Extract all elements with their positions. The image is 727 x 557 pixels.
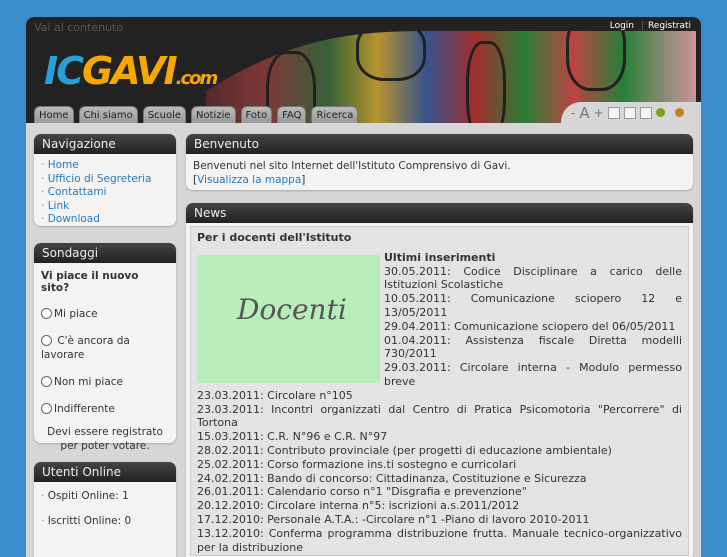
poll-note: Devi essere registrato per poter votare. bbox=[47, 426, 163, 452]
news-item[interactable]: 23.03.2011: Incontri organizzati dal Cen… bbox=[197, 403, 682, 431]
news-item[interactable]: 24.02.2011: Bando di concorso: Cittadina… bbox=[197, 472, 682, 486]
members-online: Iscritti Online: 0 bbox=[41, 515, 169, 527]
radio-button[interactable] bbox=[41, 308, 52, 319]
tab-home[interactable]: Home bbox=[34, 106, 74, 123]
image-lettering: Docenti bbox=[237, 292, 347, 326]
font-decrease-button[interactable]: - bbox=[571, 106, 575, 120]
news-item[interactable]: 01.04.2011: Assistenza fiscale Diretta m… bbox=[384, 334, 682, 362]
poll-option[interactable]: Indifferente bbox=[41, 402, 169, 416]
news-item[interactable]: 26.01.2011: Calendario corso n°1 "Disgra… bbox=[197, 485, 682, 499]
theme-orange-button[interactable] bbox=[674, 108, 684, 117]
online-title: Utenti Online bbox=[34, 462, 176, 482]
news-panel: News Per i docenti dell'Istituto Docenti… bbox=[186, 203, 693, 557]
theme-green-button[interactable] bbox=[655, 108, 665, 117]
display-tools: - A + bbox=[561, 102, 701, 123]
tab-faq[interactable]: FAQ bbox=[277, 106, 307, 123]
poll-title: Sondaggi bbox=[34, 243, 176, 263]
skip-to-content-link[interactable]: Vai al contenuto bbox=[34, 21, 123, 34]
option-label: Mi piace bbox=[54, 308, 98, 320]
poll-option[interactable]: Mi piace bbox=[41, 307, 169, 321]
news-item[interactable]: 29.04.2011: Comunicazione sciopero del 0… bbox=[384, 320, 682, 334]
width-wide-button[interactable] bbox=[639, 106, 652, 119]
nav-download[interactable]: Download bbox=[41, 213, 169, 227]
guests-online: Ospiti Online: 1 bbox=[41, 490, 169, 502]
news-item[interactable]: 30.05.2011: Codice Disciplinare a carico… bbox=[384, 265, 682, 293]
news-item[interactable]: 29.03.2011: Circolare interna - Modulo p… bbox=[384, 361, 682, 389]
navigation-title: Navigazione bbox=[34, 134, 176, 154]
font-reset-button[interactable]: A bbox=[579, 104, 589, 122]
news-item[interactable]: 25.02.2011: Corso formazione ins.ti sost… bbox=[197, 458, 682, 472]
welcome-title: Benvenuto bbox=[186, 134, 693, 154]
tab-foto[interactable]: Foto bbox=[240, 106, 273, 123]
welcome-text: Benvenuti nel sito Internet dell'Istitut… bbox=[193, 160, 511, 172]
news-title: News bbox=[186, 203, 693, 223]
radio-button[interactable] bbox=[41, 376, 52, 387]
width-medium-button[interactable] bbox=[623, 106, 636, 119]
news-item[interactable]: 13.12.2010: Conferma programma distribuz… bbox=[197, 527, 682, 555]
width-narrow-button[interactable] bbox=[607, 106, 620, 119]
tab-chi-siamo[interactable]: Chi siamo bbox=[78, 106, 138, 123]
docenti-image: Docenti bbox=[197, 254, 380, 383]
sitemap-link[interactable]: Visualizza la mappa bbox=[197, 174, 301, 186]
poll-option[interactable]: C'è ancora da lavorare bbox=[41, 334, 169, 362]
login-link[interactable]: Login bbox=[610, 21, 634, 31]
poll-panel: Sondaggi Vi piace il nuovo sito? Mi piac… bbox=[34, 243, 176, 452]
main-nav: Home Chi siamo Scuole Notizie Foto FAQ R… bbox=[34, 106, 359, 123]
news-item[interactable]: 28.02.2011: Contributo provinciale (per … bbox=[197, 444, 682, 458]
news-item[interactable]: 17.12.2010: Personale A.T.A.: -Circolare… bbox=[197, 513, 682, 527]
register-link[interactable]: Registrati bbox=[648, 21, 691, 31]
nav-home[interactable]: Home bbox=[41, 159, 169, 173]
news-item[interactable]: 10.05.2011: Comunicazione sciopero 12 e … bbox=[384, 292, 682, 320]
option-label: Indifferente bbox=[54, 403, 115, 415]
welcome-panel: Benvenuto Benvenuti nel sito Internet de… bbox=[186, 134, 693, 190]
online-users-panel: Utenti Online Ospiti Online: 1 Iscritti … bbox=[34, 462, 176, 557]
tab-notizie[interactable]: Notizie bbox=[191, 106, 236, 123]
tab-ricerca[interactable]: Ricerca bbox=[311, 106, 359, 123]
radio-button[interactable] bbox=[41, 335, 52, 346]
poll-option[interactable]: Non mi piace bbox=[41, 375, 169, 389]
news-heading: Per i docenti dell'Istituto bbox=[197, 231, 352, 244]
navigation-panel: Navigazione Home Ufficio di Segreteria C… bbox=[34, 134, 176, 226]
tab-scuole[interactable]: Scuole bbox=[142, 106, 187, 123]
font-increase-button[interactable]: + bbox=[594, 106, 604, 120]
logo-gavi: GAVI bbox=[82, 49, 178, 93]
nav-segreteria[interactable]: Ufficio di Segreteria bbox=[41, 173, 169, 187]
nav-contattami[interactable]: Contattami bbox=[41, 186, 169, 200]
option-label: Non mi piace bbox=[54, 376, 124, 388]
option-label: C'è ancora da lavorare bbox=[41, 335, 130, 361]
poll-question: Vi piace il nuovo sito? bbox=[41, 270, 139, 294]
news-item[interactable]: 23.03.2011: Circolare n°105 bbox=[197, 389, 682, 403]
header: Vai al contenuto Login | Registrati ICGAV… bbox=[26, 17, 701, 123]
latest-heading: Ultimi inserimenti bbox=[384, 250, 496, 264]
nav-link[interactable]: Link bbox=[41, 200, 169, 214]
logo-com: .com bbox=[175, 68, 219, 89]
news-item[interactable]: 20.12.2010: Circolare interna n°5: iscri… bbox=[197, 499, 682, 513]
page-container: Vai al contenuto Login | Registrati ICGAV… bbox=[26, 17, 701, 557]
logo-ic: IC bbox=[44, 49, 84, 93]
news-item[interactable]: 15.03.2011: C.R. N°96 e C.R. N°97 bbox=[197, 430, 682, 444]
radio-button[interactable] bbox=[41, 403, 52, 414]
site-logo[interactable]: ICGAVI.com bbox=[44, 49, 219, 93]
